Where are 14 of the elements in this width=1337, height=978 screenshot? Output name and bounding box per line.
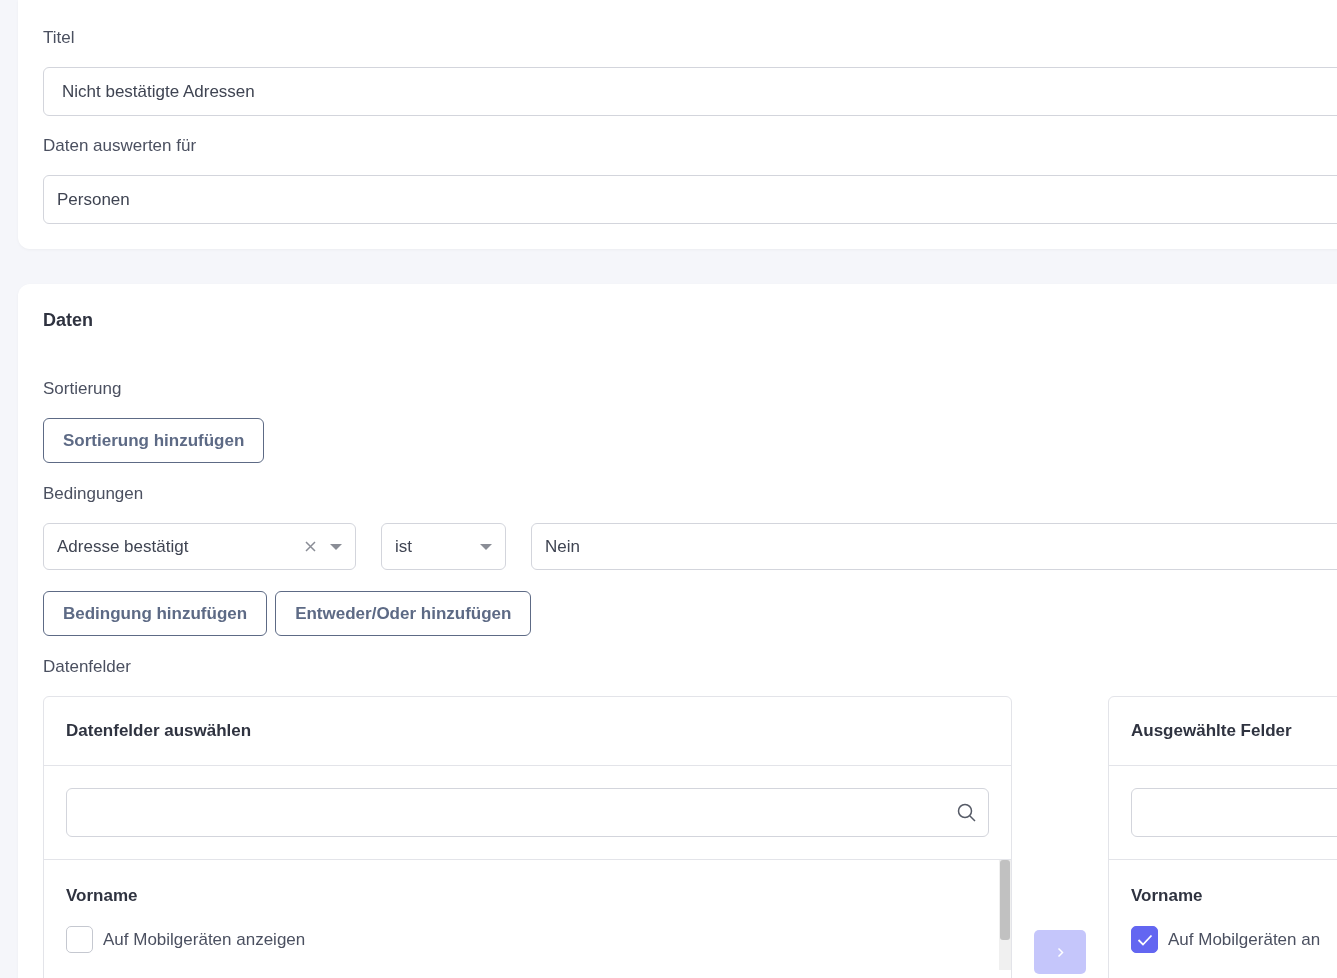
section-title: Daten — [43, 309, 94, 331]
option-label: Auf Mobilgeräten an — [1168, 929, 1321, 950]
field-label: Titel — [43, 28, 76, 48]
panel-title: Ausgewählte Felder — [1109, 697, 1337, 766]
field-name: Vorname — [1131, 886, 1204, 906]
panel-title: Datenfelder auswählen — [44, 697, 1011, 766]
field-label: Bedingungen — [43, 484, 145, 504]
text-field[interactable]: Personen — [43, 175, 1337, 224]
field-label: Daten auswerten für — [43, 136, 198, 156]
text-field[interactable]: Nicht bestätigte Adressen — [43, 67, 1337, 116]
field-label: Datenfelder — [43, 657, 132, 677]
field-name: Vorname — [66, 886, 139, 906]
option-label: Auf Mobilgeräten anzeigen — [103, 929, 306, 950]
field-label: Sortierung — [43, 379, 123, 399]
